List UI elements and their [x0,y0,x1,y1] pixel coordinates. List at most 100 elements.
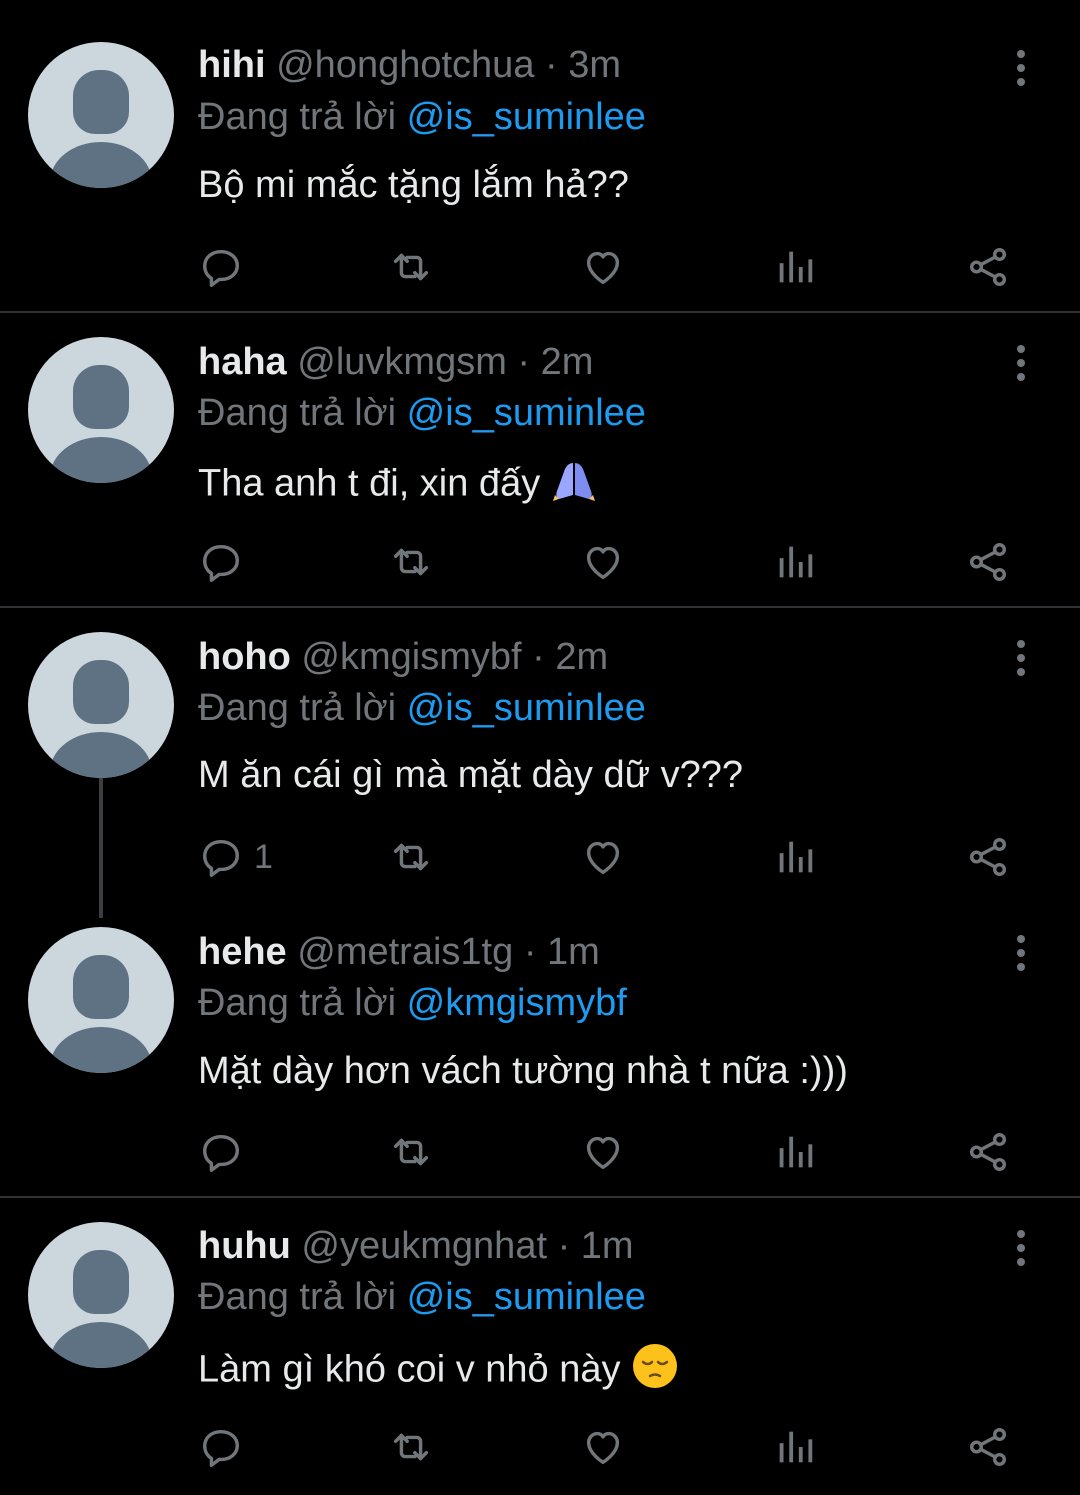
views-button[interactable] [772,1127,818,1177]
user-handle[interactable]: @kmgismybf [301,636,521,678]
mention-link[interactable]: @is_suminlee [407,392,646,434]
tweet[interactable]: haha @luvkmgsm · 2m Đang trả lời @is_sum… [0,313,1080,606]
replying-to: Đang trả lời @is_suminlee [198,1274,646,1320]
reply-button[interactable] [198,537,254,587]
replying-to-label: Đang trả lời [198,687,397,729]
share-icon [965,1424,1011,1470]
replying-to: Đang trả lời @is_suminlee [198,685,646,731]
action-bar [0,537,1080,587]
share-icon [965,244,1011,290]
share-button[interactable] [965,537,1011,587]
avatar[interactable] [28,337,174,483]
like-button[interactable] [580,1127,626,1177]
mention-link[interactable]: @is_suminlee [407,1276,646,1318]
tweet[interactable]: hoho @kmgismybf · 2m Đang trả lời @is_su… [0,608,1080,918]
like-button[interactable] [580,242,626,292]
replying-to: Đang trả lời @is_suminlee [198,390,646,436]
timestamp[interactable]: 3m [568,44,621,86]
avatar[interactable] [28,42,174,188]
tweet-text: Mặt dày hơn vách tường nhà t nữa :))) [198,1048,848,1094]
share-button[interactable] [965,242,1011,292]
mention-link[interactable]: @kmgismybf [407,982,627,1024]
display-name[interactable]: huhu [198,1225,291,1267]
share-icon [965,539,1011,585]
reply-button[interactable] [198,1422,254,1472]
reply-button[interactable] [198,1127,254,1177]
like-button[interactable] [580,1422,626,1472]
retweet-icon [388,1424,434,1470]
display-name[interactable]: haha [198,341,287,383]
retweet-button[interactable] [388,1127,434,1177]
more-vertical-icon[interactable] [1006,1228,1036,1268]
like-button[interactable] [580,832,626,882]
folded-hands-emoji [551,457,597,514]
replying-to: Đang trả lời @is_suminlee [198,94,646,140]
tweet-text: Bộ mi mắc tặng lắm hả?? [198,162,629,208]
separator-dot: · [532,636,545,678]
separator-dot: · [523,931,537,973]
timestamp[interactable]: 1m [547,931,600,973]
reply-button[interactable]: 1 [198,832,273,882]
tweet-text: M ăn cái gì mà mặt dày dữ v??? [198,752,743,798]
like-icon [580,539,626,585]
user-handle[interactable]: @metrais1tg [297,931,513,973]
views-button[interactable] [772,537,818,587]
retweet-icon [388,244,434,290]
like-button[interactable] [580,537,626,587]
retweet-button[interactable] [388,832,434,882]
timestamp[interactable]: 2m [555,636,608,678]
reply-icon [198,1129,244,1175]
replying-to: Đang trả lời @kmgismybf [198,980,627,1026]
user-handle[interactable]: @luvkmgsm [297,341,507,383]
timestamp[interactable]: 1m [581,1225,634,1267]
more-vertical-icon[interactable] [1006,933,1036,973]
reply-button[interactable] [198,242,254,292]
pensive-face-emoji [631,1342,679,1401]
tweet-text-content: M ăn cái gì mà mặt dày dữ v??? [198,754,744,796]
share-icon [965,1129,1011,1175]
display-name[interactable]: hehe [198,931,287,973]
reply-icon [198,539,244,585]
views-icon [772,1424,818,1470]
mention-link[interactable]: @is_suminlee [407,96,646,138]
tweet-text-content: Mặt dày hơn vách tường nhà t nữa :))) [198,1050,848,1092]
display-name[interactable]: hoho [198,636,291,678]
retweet-button[interactable] [388,1422,434,1472]
retweet-button[interactable] [388,242,434,292]
like-icon [580,1129,626,1175]
like-icon [580,834,626,880]
share-button[interactable] [965,1422,1011,1472]
tweet-text: Tha anh t đi, xin đấy [198,457,597,514]
mention-link[interactable]: @is_suminlee [407,687,646,729]
reply-icon [198,834,244,880]
tweet[interactable]: hihi @honghotchua · 3m Đang trả lời @is_… [0,0,1080,312]
avatar[interactable] [28,632,174,778]
replying-to-label: Đang trả lời [198,982,397,1024]
share-button[interactable] [965,1127,1011,1177]
user-handle[interactable]: @honghotchua [276,44,534,86]
more-vertical-icon[interactable] [1006,638,1036,678]
replying-to-label: Đang trả lời [198,96,397,138]
views-button[interactable] [772,1422,818,1472]
avatar[interactable] [28,927,174,1073]
tweet[interactable]: hehe @metrais1tg · 1m Đang trả lời @kmgi… [0,903,1080,1196]
more-vertical-icon[interactable] [1006,48,1036,88]
views-button[interactable] [772,832,818,882]
retweet-button[interactable] [388,537,434,587]
action-bar [0,242,1080,292]
timestamp[interactable]: 2m [541,341,594,383]
avatar[interactable] [28,1222,174,1368]
separator-dot: · [557,1225,571,1267]
tweet-text-content: Tha anh t đi, xin đấy [198,462,541,505]
views-button[interactable] [772,242,818,292]
user-handle[interactable]: @yeukmgnhat [301,1225,547,1267]
share-button[interactable] [965,832,1011,882]
display-name[interactable]: hihi [198,44,266,86]
share-icon [965,834,1011,880]
action-bar [0,1422,1080,1472]
reply-icon [198,1424,244,1470]
more-vertical-icon[interactable] [1006,343,1036,383]
reply-icon [198,244,244,290]
tweet[interactable]: huhu @yeukmgnhat · 1m Đang trả lời @is_s… [0,1198,1080,1495]
retweet-icon [388,539,434,585]
